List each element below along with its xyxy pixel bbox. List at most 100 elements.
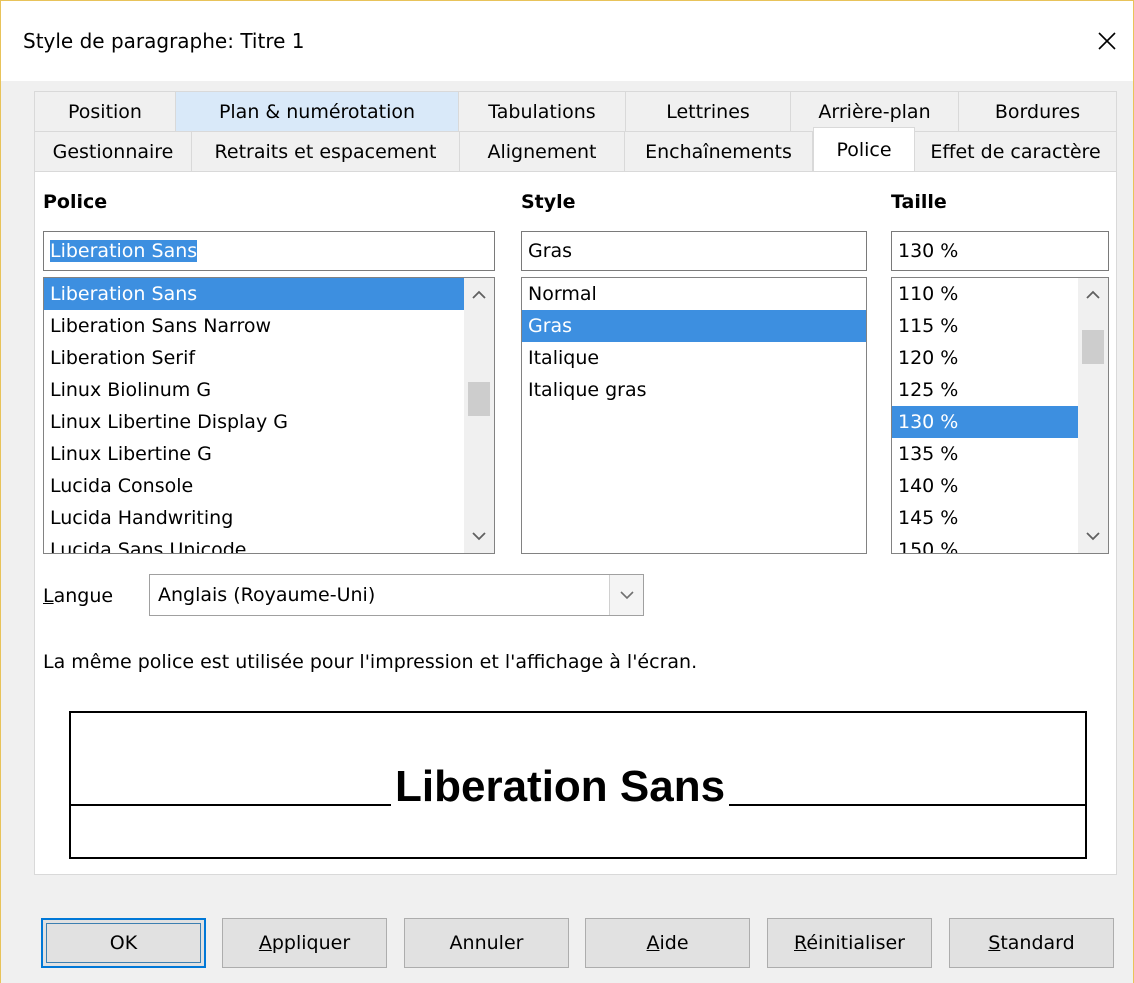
list-item[interactable]: 130 % — [892, 406, 1078, 438]
font-label: Police — [43, 191, 108, 213]
tab-label: Gestionnaire — [52, 140, 174, 163]
tab-police[interactable]: Police — [813, 127, 915, 171]
focus-rect — [46, 923, 201, 963]
apply-label: Appliquer — [259, 932, 350, 954]
tab-label: Police — [836, 138, 892, 161]
tab-tabulations[interactable]: Tabulations — [459, 91, 626, 131]
chevron-up-icon — [1086, 290, 1100, 299]
list-item[interactable]: 145 % — [892, 502, 1108, 534]
list-item[interactable]: Gras — [522, 310, 866, 342]
size-list-scrollbar[interactable] — [1078, 278, 1108, 553]
list-item[interactable]: Lucida Console — [44, 470, 494, 502]
standard-button[interactable]: Standard — [949, 918, 1114, 968]
list-item[interactable]: Lucida Sans Unicode — [44, 534, 494, 553]
style-input[interactable]: Gras — [521, 231, 867, 271]
font-list-scrollbar[interactable] — [464, 278, 494, 553]
tab-label: Effet de caractère — [930, 140, 1101, 163]
help-rest: ide — [659, 932, 689, 954]
list-item[interactable]: Italique gras — [522, 374, 866, 406]
reset-accel: R — [794, 932, 807, 954]
font-name-value: Liberation Sans — [50, 240, 198, 262]
scroll-down-button[interactable] — [1078, 521, 1108, 551]
tab-enchainements[interactable]: Enchaînements — [625, 131, 813, 171]
style-list[interactable]: Normal Gras Italique Italique gras — [521, 277, 867, 554]
scroll-up-button[interactable] — [464, 280, 494, 310]
list-item[interactable]: 135 % — [892, 438, 1108, 470]
tab-label: Arrière-plan — [818, 100, 931, 123]
tab-gestionnaire[interactable]: Gestionnaire — [34, 131, 192, 171]
language-value: Anglais (Royaume-Uni) — [158, 584, 376, 606]
list-item[interactable]: Normal — [522, 278, 866, 310]
standard-rest: tandard — [1000, 932, 1075, 954]
chevron-down-icon — [1086, 532, 1100, 541]
list-item[interactable]: 120 % — [892, 342, 1108, 374]
scroll-thumb[interactable] — [1082, 330, 1104, 364]
tab-effet-caractere[interactable]: Effet de caractère — [915, 131, 1117, 171]
list-item[interactable]: 110 % — [892, 278, 1108, 310]
tab-retraits-espacement[interactable]: Retraits et espacement — [192, 131, 460, 171]
list-item[interactable]: 115 % — [892, 310, 1108, 342]
font-list[interactable]: Liberation Sans Liberation Sans Narrow L… — [43, 277, 495, 554]
apply-accel: A — [258, 932, 272, 954]
size-label: Taille — [891, 191, 947, 213]
tab-bordures[interactable]: Bordures — [959, 91, 1117, 131]
window-title: Style de paragraphe: Titre 1 — [23, 29, 305, 53]
tab-label: Plan & numérotation — [218, 100, 416, 123]
chevron-up-icon — [472, 290, 486, 299]
close-icon — [1098, 32, 1116, 50]
standard-label: Standard — [988, 932, 1074, 954]
scroll-thumb[interactable] — [468, 382, 490, 416]
language-select[interactable]: Anglais (Royaume-Uni) — [149, 574, 644, 616]
tab-arriere-plan[interactable]: Arrière-plan — [791, 91, 959, 131]
list-item[interactable]: 125 % — [892, 374, 1108, 406]
list-item[interactable]: 140 % — [892, 470, 1108, 502]
reset-button[interactable]: Réinitialiser — [767, 918, 932, 968]
tab-label: Bordures — [994, 100, 1081, 123]
standard-accel: S — [988, 932, 1001, 954]
apply-rest: ppliquer — [271, 932, 351, 954]
tab-label: Position — [68, 100, 142, 123]
help-button[interactable]: Aide — [585, 918, 750, 968]
preview-text: Liberation Sans — [391, 761, 730, 813]
list-item[interactable]: Liberation Sans — [44, 278, 464, 310]
cancel-button[interactable]: Annuler — [404, 918, 569, 968]
reset-rest: éinitialiser — [806, 932, 905, 954]
close-button[interactable] — [1087, 21, 1127, 61]
apply-button[interactable]: Appliquer — [222, 918, 387, 968]
size-value: 130 % — [898, 240, 959, 262]
tab-label: Lettrines — [666, 100, 750, 123]
list-item[interactable]: Linux Libertine Display G — [44, 406, 494, 438]
list-item[interactable]: Linux Libertine G — [44, 438, 494, 470]
list-item[interactable]: Italique — [522, 342, 866, 374]
ok-button[interactable]: OK — [41, 918, 206, 968]
tab-alignement[interactable]: Alignement — [460, 131, 625, 171]
style-label: Style — [521, 191, 576, 213]
size-input[interactable]: 130 % — [891, 231, 1109, 271]
chevron-down-icon — [472, 532, 486, 541]
tab-row-1: Position Plan & numérotation Tabulations… — [34, 91, 1117, 131]
tab-position[interactable]: Position — [34, 91, 176, 131]
help-label: Aide — [646, 932, 688, 954]
cancel-label: Annuler — [449, 932, 524, 954]
dialog-window: Style de paragraphe: Titre 1 Position Pl… — [0, 0, 1134, 983]
size-list[interactable]: 110 % 115 % 120 % 125 % 130 % 135 % 140 … — [891, 277, 1109, 554]
font-name-input[interactable]: Liberation Sans — [43, 231, 495, 271]
style-value: Gras — [528, 240, 573, 262]
tab-label: Tabulations — [488, 100, 596, 123]
tab-row-2: Gestionnaire Retraits et espacement Alig… — [34, 127, 1117, 171]
language-dropdown-button[interactable] — [609, 575, 643, 615]
font-preview: Liberation Sans — [69, 711, 1087, 859]
scroll-up-button[interactable] — [1078, 280, 1108, 310]
tab-plan-numerotation[interactable]: Plan & numérotation — [176, 91, 459, 131]
list-item[interactable]: Liberation Serif — [44, 342, 494, 374]
tab-lettrines[interactable]: Lettrines — [626, 91, 791, 131]
list-item[interactable]: Lucida Handwriting — [44, 502, 494, 534]
list-item[interactable]: 150 % — [892, 534, 1108, 553]
scroll-down-button[interactable] — [464, 521, 494, 551]
list-item[interactable]: Linux Biolinum G — [44, 374, 494, 406]
list-item[interactable]: Liberation Sans Narrow — [44, 310, 494, 342]
tab-label: Enchaînements — [645, 140, 792, 163]
tab-label: Retraits et espacement — [214, 140, 437, 163]
language-label: Langue — [43, 585, 113, 607]
language-label-rest: angue — [53, 585, 114, 607]
